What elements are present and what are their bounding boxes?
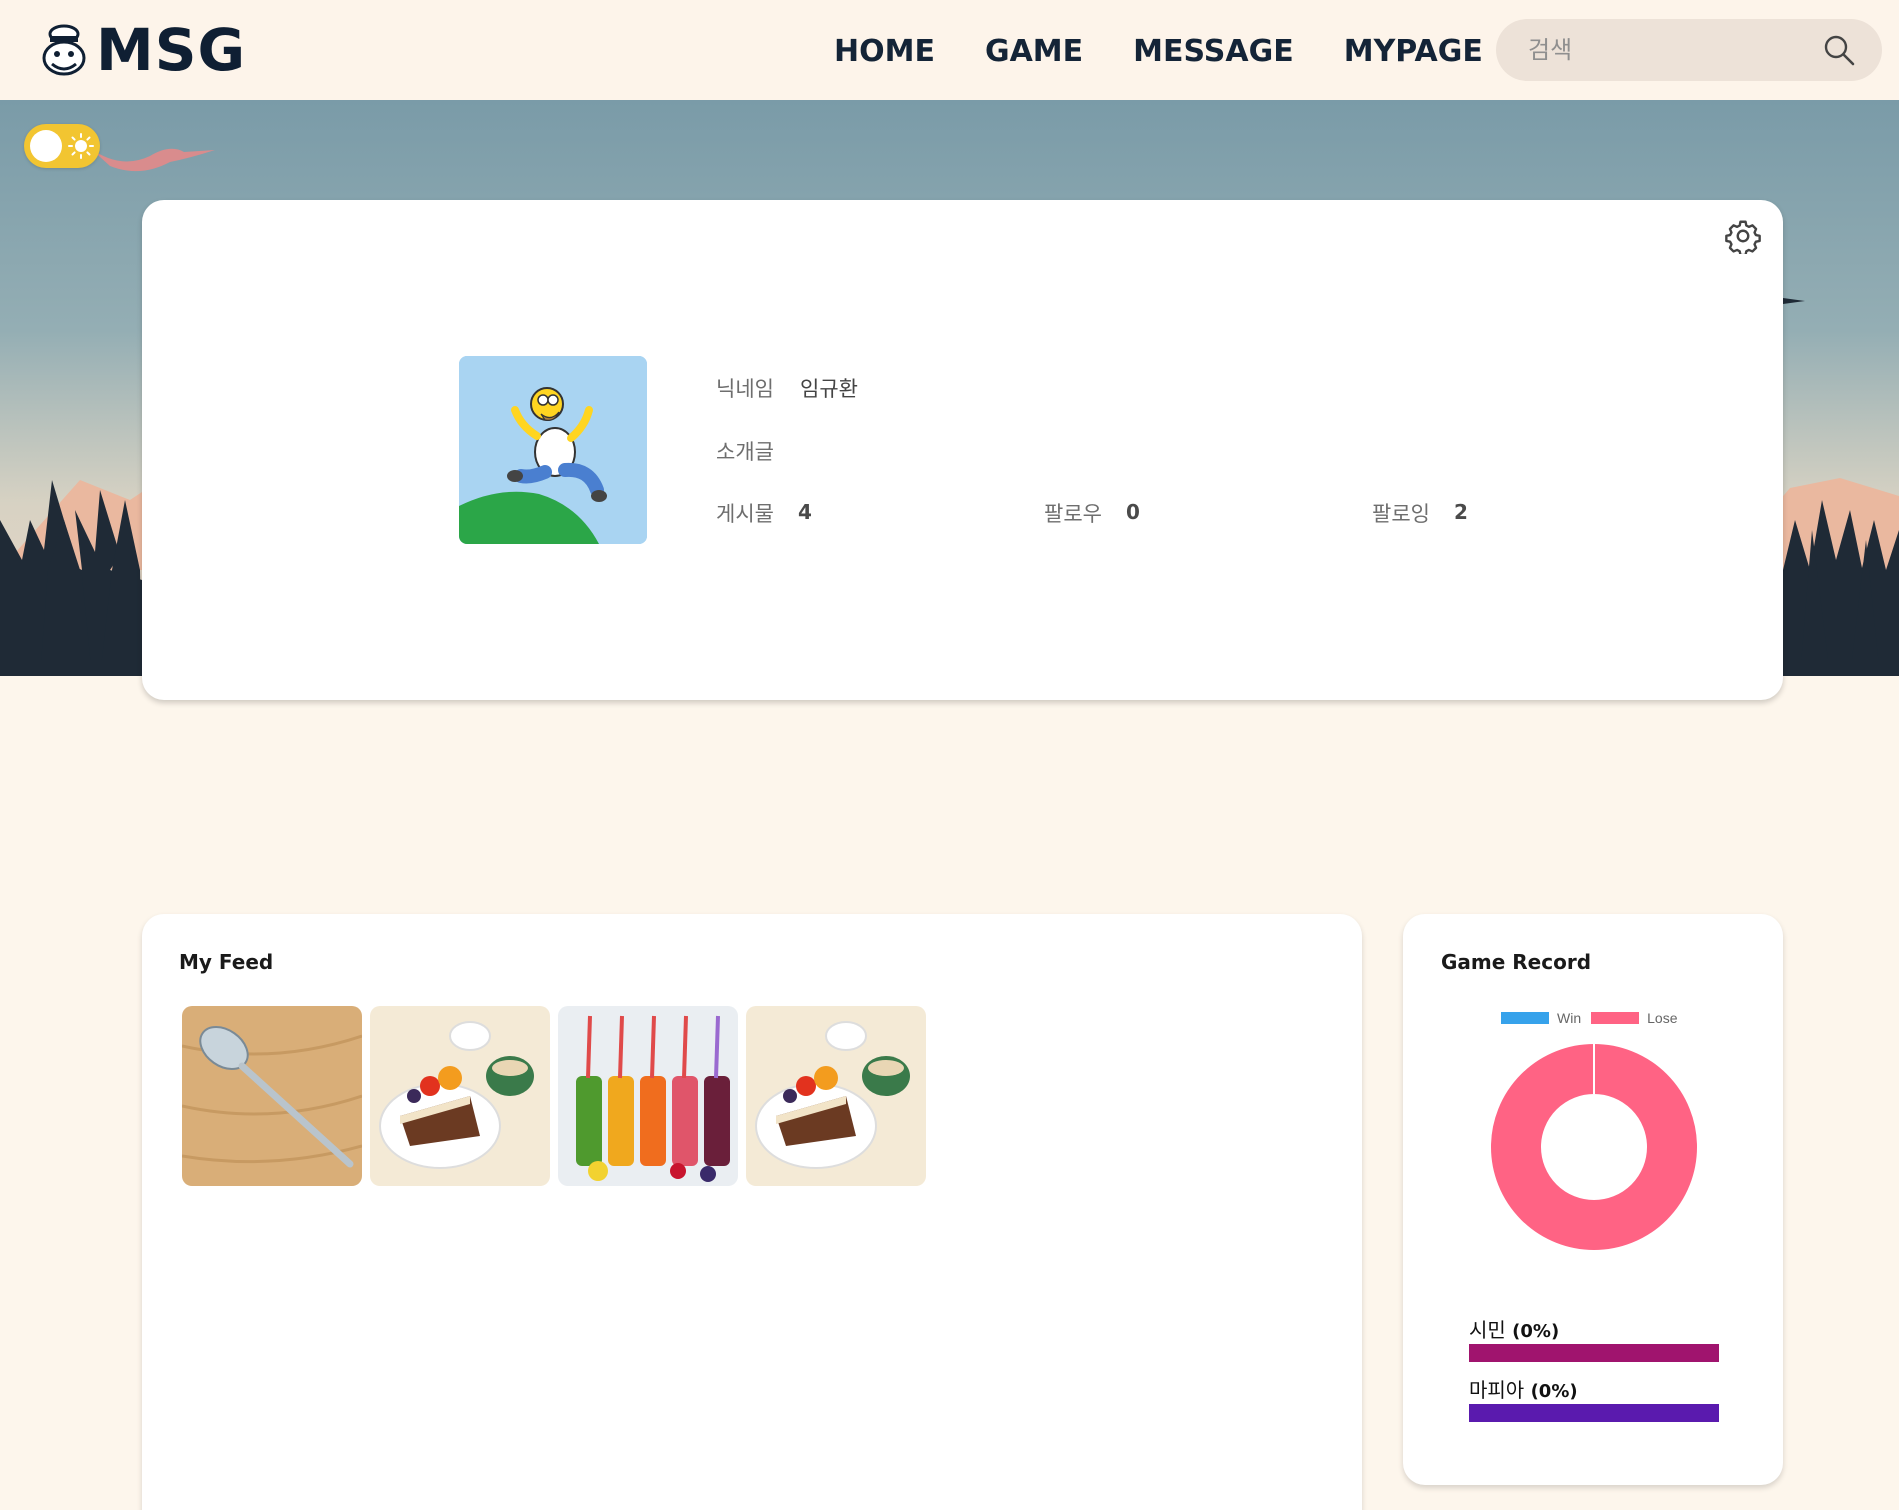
win-lose-donut-chart xyxy=(1491,1044,1697,1250)
posts-label: 게시물 xyxy=(716,502,774,526)
followers-count[interactable]: 0 xyxy=(1126,500,1140,524)
nav-home[interactable]: HOME xyxy=(834,32,935,72)
following-label: 팔로잉 xyxy=(1372,502,1430,526)
avatar-image xyxy=(459,356,647,544)
cake-image xyxy=(370,1006,550,1186)
toggle-knob xyxy=(30,130,62,162)
gear-icon[interactable] xyxy=(1725,218,1761,254)
role-citizen-name: 시민 xyxy=(1469,1318,1506,1342)
chart-legend: Win Lose xyxy=(1501,1010,1687,1026)
avatar[interactable] xyxy=(459,356,647,544)
chef-hat-icon xyxy=(42,24,86,76)
feed-item-cake[interactable] xyxy=(370,1006,550,1186)
feed-title: My Feed xyxy=(179,950,274,974)
search-icon[interactable] xyxy=(1822,33,1856,67)
role-mafia-bar xyxy=(1469,1404,1719,1422)
nickname-label: 닉네임 xyxy=(716,377,774,401)
feed-grid xyxy=(182,1006,926,1186)
feed-card: My Feed xyxy=(142,914,1362,1510)
legend-win[interactable]: Win xyxy=(1501,1010,1581,1026)
cake-image xyxy=(746,1006,926,1186)
profile-card: 닉네임 임규환 소개글 게시물 4 팔로우 0 팔로잉 2 xyxy=(142,200,1783,700)
top-header: MSG HOME GAME MESSAGE MYPAGE xyxy=(0,0,1899,100)
legend-lose-label: Lose xyxy=(1647,1010,1678,1026)
juice-image xyxy=(558,1006,738,1186)
feed-item-spoon[interactable] xyxy=(182,1006,362,1186)
nav-game[interactable]: GAME xyxy=(985,32,1083,72)
theme-toggle[interactable] xyxy=(24,124,100,168)
game-record-card: Game Record Win Lose 시민 (0%) 마피아 (0%) xyxy=(1403,914,1783,1485)
nav-message[interactable]: MESSAGE xyxy=(1133,32,1294,72)
role-mafia-name: 마피아 xyxy=(1469,1378,1525,1402)
sun-icon xyxy=(68,133,94,159)
legend-lose-swatch xyxy=(1591,1012,1640,1024)
legend-win-label: Win xyxy=(1557,1010,1582,1026)
feed-item-juice[interactable] xyxy=(558,1006,738,1186)
followers-label: 팔로우 xyxy=(1044,502,1102,526)
role-mafia-label: 마피아 (0%) xyxy=(1469,1374,1578,1403)
search-input[interactable] xyxy=(1528,33,1798,67)
feed-item-cake-2[interactable] xyxy=(746,1006,926,1186)
nickname-value: 임규환 xyxy=(800,377,858,401)
brand-name: MSG xyxy=(96,16,247,84)
posts-count[interactable]: 4 xyxy=(798,500,812,524)
following-count[interactable]: 2 xyxy=(1454,500,1468,524)
nav-mypage[interactable]: MYPAGE xyxy=(1344,32,1483,72)
role-citizen-label: 시민 (0%) xyxy=(1469,1314,1559,1343)
main-nav: HOME GAME MESSAGE MYPAGE xyxy=(834,32,1483,72)
search-bar xyxy=(1496,19,1882,81)
intro-label: 소개글 xyxy=(716,440,774,464)
role-citizen-pct: (0%) xyxy=(1512,1321,1560,1342)
role-citizen-bar xyxy=(1469,1344,1719,1362)
legend-win-swatch xyxy=(1501,1012,1549,1024)
spoon-image xyxy=(182,1006,362,1186)
legend-lose[interactable]: Lose xyxy=(1591,1010,1677,1026)
brand-logo[interactable]: MSG xyxy=(38,20,246,80)
role-mafia-pct: (0%) xyxy=(1530,1381,1578,1402)
record-title: Game Record xyxy=(1441,950,1592,974)
